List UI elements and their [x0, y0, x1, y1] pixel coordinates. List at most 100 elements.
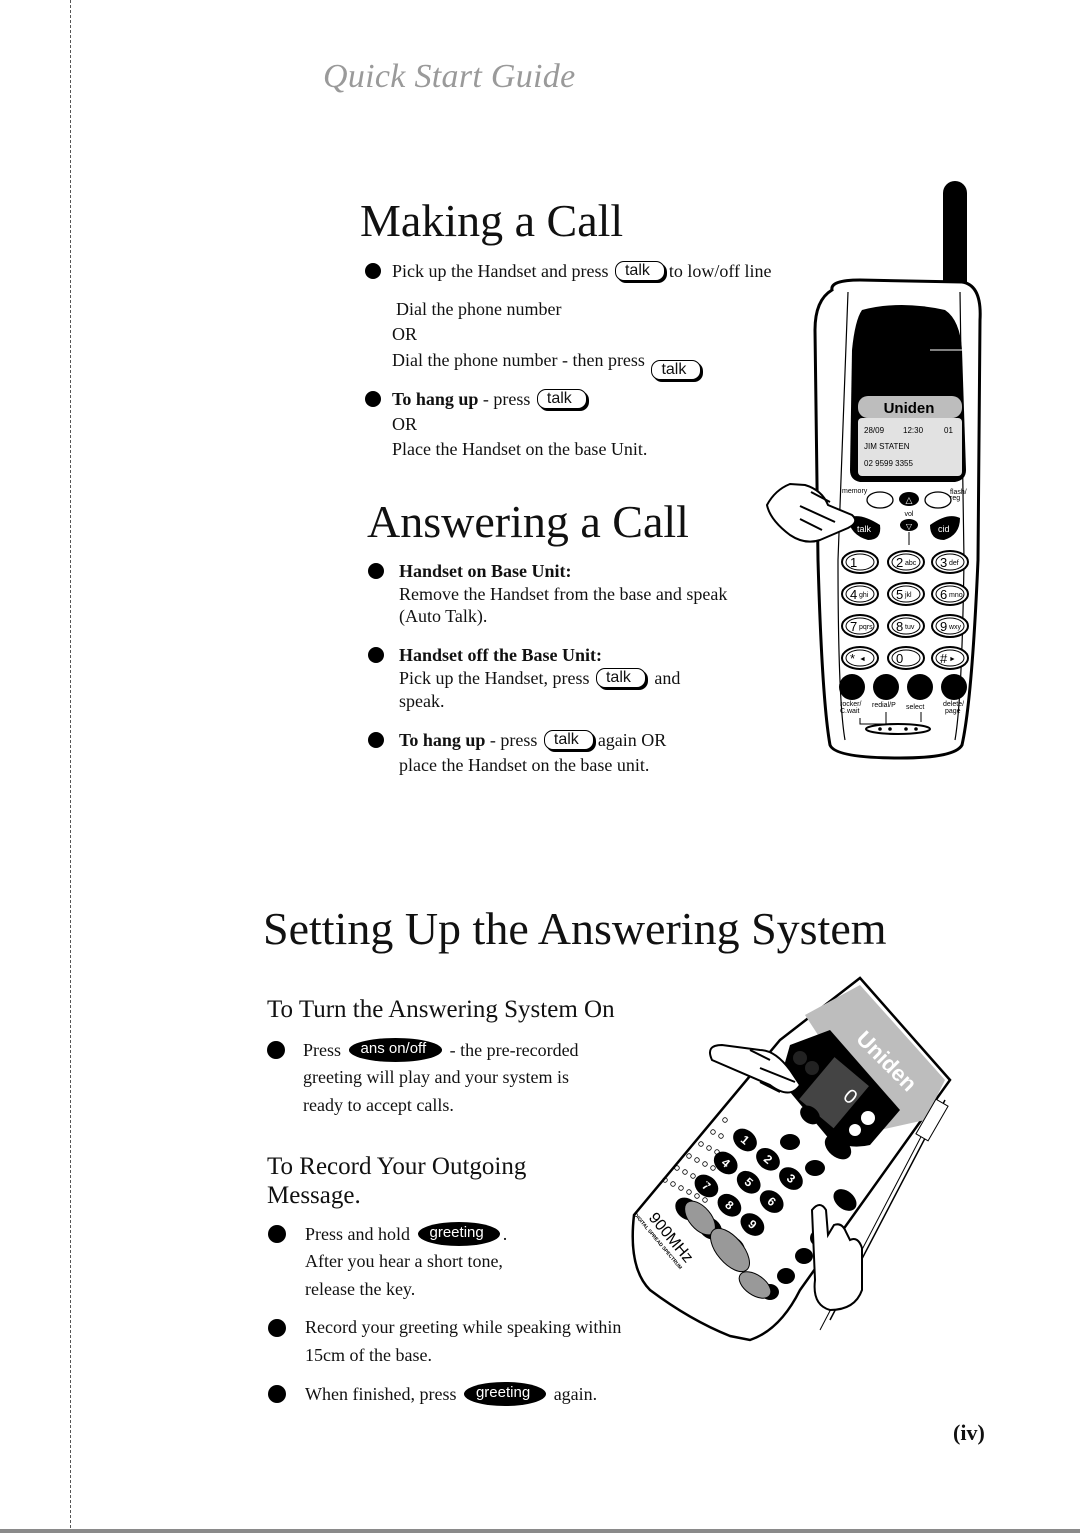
greeting-key: greeting: [417, 1222, 500, 1246]
handset-key-2: 2 abc: [887, 550, 925, 574]
page-bottom-rule: [0, 1529, 1080, 1533]
lcd-number: 02 9599 3355: [864, 459, 913, 468]
or-text: OR: [392, 324, 418, 344]
svg-text:2: 2: [896, 555, 903, 570]
turn-on-text: ready to accept calls.: [303, 1095, 454, 1115]
talk-key: talk: [614, 261, 665, 281]
handset-key-#: # ►: [931, 646, 969, 670]
redial-key: [873, 674, 899, 700]
base-unit-illustration: Uniden 0 123456789*0# 900MHz DIGITAL SPR…: [631, 976, 952, 1342]
answering-call-heading: Answering a Call: [367, 496, 689, 547]
hangup-text: To hang up - press talk: [392, 388, 591, 411]
svg-text:8: 8: [896, 619, 903, 634]
svg-text:△: △: [906, 495, 913, 505]
talk-label: talk: [857, 524, 872, 534]
microphone: [865, 723, 931, 735]
memory-label: memory: [842, 488, 868, 495]
turn-on-text: Press ans on/off - the pre-recorded: [303, 1038, 579, 1062]
talk-key: talk: [651, 360, 702, 380]
delete-key: [941, 674, 967, 700]
step-text: and: [654, 668, 681, 688]
step-text: to low/off line: [668, 261, 772, 281]
handset-key-0: 0: [887, 646, 925, 670]
vol-label: vol: [905, 511, 914, 518]
svg-text:9: 9: [940, 619, 947, 634]
talk-key: talk: [595, 668, 646, 688]
step-title: To hang up: [399, 730, 486, 750]
record-text: 15cm of the base.: [305, 1345, 432, 1365]
svg-text:ghi: ghi: [859, 592, 869, 599]
step-text: When finished, press: [305, 1384, 457, 1404]
bullet: [268, 1319, 286, 1337]
finished-text: When finished, press greeting again.: [305, 1382, 597, 1406]
talk-key: talk: [543, 730, 594, 750]
step-text: Pick up the Handset and press: [392, 261, 609, 281]
handset-key-9: 9 wxy: [931, 614, 969, 638]
on-base-text: Remove the Handset from the base and spe…: [399, 584, 728, 604]
handset-key-5: 5 jkl: [887, 582, 925, 606]
step-text: - the pre-recorded: [449, 1040, 579, 1060]
greeting-key: greeting: [463, 1382, 547, 1406]
svg-text:def: def: [949, 560, 959, 567]
svg-text:◄: ◄: [859, 656, 866, 663]
page-number: (iv): [953, 1420, 985, 1445]
delete-label: delete/: [943, 701, 964, 708]
handset-key-3: 3 def: [931, 550, 969, 574]
memory-key: [866, 491, 894, 509]
step-text: Press: [303, 1040, 342, 1060]
lcd-index: 01: [944, 426, 953, 435]
handset-key-8: 8 tuv: [887, 614, 925, 638]
handset-key-*: * ◄: [841, 646, 879, 670]
bullet: [268, 1385, 286, 1403]
making-call-step1: Pick up the Handset and press talk to low…: [392, 260, 772, 283]
step-text: Press and hold: [305, 1224, 410, 1244]
svg-text:►: ►: [949, 656, 956, 663]
record-heading: To Record Your Outgoing: [267, 1153, 527, 1180]
step-text: .: [502, 1224, 508, 1244]
lcd-name: JIM STATEN: [864, 442, 910, 451]
on-base-title: Handset on Base Unit:: [399, 561, 572, 581]
redial-label: redial/P: [872, 702, 896, 709]
binding-margin-line: [70, 0, 71, 1533]
place-text: Place the Handset on the base Unit.: [392, 439, 648, 459]
guide-title: Quick Start Guide: [323, 58, 576, 95]
off-base-title: Handset off the Base Unit:: [399, 645, 602, 665]
answer-hangup-text: place the Handset on the base unit.: [399, 755, 650, 775]
record-heading: Message.: [267, 1182, 361, 1209]
svg-text:5: 5: [896, 587, 903, 602]
svg-text:abc: abc: [905, 560, 917, 567]
handset-illustration: Uniden 28/09 12:30 01 JIM STATEN 02 9599…: [765, 181, 982, 760]
bullet: [267, 1041, 285, 1059]
rocker-key: [839, 674, 865, 700]
step-text: Pick up the Handset, press: [399, 668, 590, 688]
off-base-text: speak.: [399, 691, 445, 711]
bullet: [368, 563, 384, 579]
making-call-heading: Making a Call: [360, 195, 624, 246]
record-text: Record your greeting while speaking with…: [305, 1317, 622, 1337]
base-body: [631, 976, 952, 1342]
step-text: - press: [485, 730, 538, 750]
turn-on-heading: To Turn the Answering System On: [267, 996, 615, 1023]
svg-text:1: 1: [850, 555, 857, 570]
page-label: page: [945, 708, 961, 715]
or-text: OR: [392, 414, 418, 434]
step-title: To hang up: [392, 389, 479, 409]
svg-text:0: 0: [896, 651, 903, 666]
answering-system-heading: Setting Up the Answering System: [263, 903, 887, 954]
on-base-text: (Auto Talk).: [399, 606, 488, 626]
bullet: [365, 263, 381, 279]
bullet: [368, 647, 384, 663]
handset-brand: Uniden: [884, 400, 935, 417]
svg-text:7: 7: [850, 619, 857, 634]
cwait-label: C.wait: [840, 708, 860, 715]
step-text: again OR: [597, 730, 667, 750]
dial-then-text: Dial the phone number - then press talk: [392, 349, 705, 380]
svg-text:tuv: tuv: [905, 624, 915, 631]
talk-key: talk: [536, 389, 587, 409]
handset-key-6: 6 mno: [931, 582, 969, 606]
handset-key-4: 4 ghi: [841, 582, 879, 606]
ans-on-off-key: ans on/off: [348, 1038, 443, 1062]
flash-key: [924, 491, 952, 509]
lcd-date: 28/09: [864, 426, 885, 435]
svg-text:mno: mno: [949, 592, 963, 599]
